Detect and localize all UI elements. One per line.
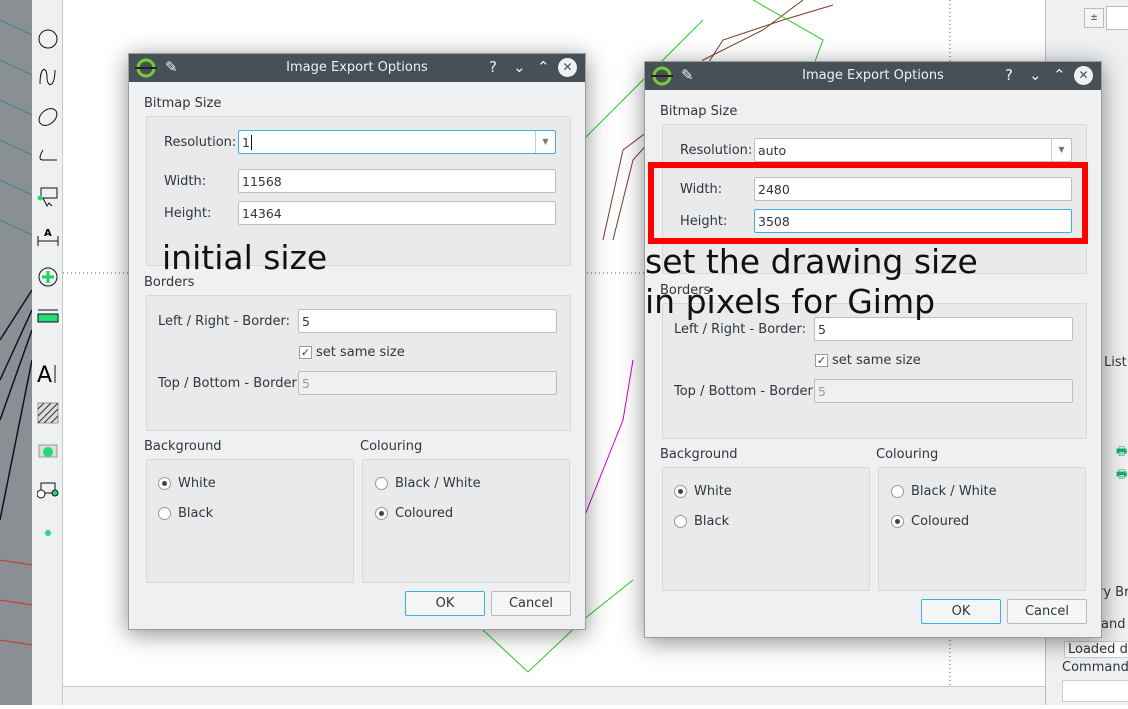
horizontal-scrollbar[interactable]: [63, 686, 1045, 705]
coloured-label: Coloured: [395, 506, 454, 521]
image-export-dialog-1: ✎ Image Export Options ? ⌄ ⌃ ✕ Bitmap Si…: [128, 53, 586, 630]
text-tool-icon[interactable]: A: [37, 362, 59, 384]
dialog-titlebar[interactable]: ✎ Image Export Options ? ⌄ ⌃ ✕: [129, 54, 585, 82]
black-white-radio[interactable]: [375, 477, 388, 490]
width-label: Width:: [164, 174, 207, 189]
image-export-dialog-2: ✎ Image Export Options ? ⌄ ⌃ ✕ Bitmap Si…: [644, 61, 1102, 638]
height-input[interactable]: 14364: [238, 201, 556, 225]
same-size-checkbox[interactable]: ✓: [815, 354, 828, 367]
printer-icon[interactable]: 🖶: [1116, 465, 1127, 486]
svg-text:A: A: [37, 363, 52, 384]
move-rotate-tool-icon[interactable]: [37, 266, 59, 288]
black-label: Black: [694, 514, 730, 529]
dimension-tool-icon[interactable]: A: [37, 226, 59, 248]
ok-button[interactable]: OK: [405, 591, 485, 616]
resolution-label: Resolution:: [680, 143, 753, 158]
drawing-toolbar: A A: [32, 0, 63, 705]
left-right-border-label: Left / Right - Border:: [158, 314, 291, 329]
resolution-value: 1: [242, 135, 250, 150]
left-right-border-label: Left / Right - Border:: [674, 322, 807, 337]
help-button[interactable]: ?: [1005, 66, 1013, 84]
coloured-radio[interactable]: [375, 507, 388, 520]
help-button[interactable]: ?: [489, 58, 497, 76]
select-tool-icon[interactable]: [37, 186, 59, 208]
white-label: White: [178, 476, 216, 491]
spline-tool-icon[interactable]: [37, 66, 59, 88]
command-history-line: Loaded do: [1064, 641, 1128, 658]
annotation-initial-size: initial size: [162, 238, 328, 277]
chevron-down-icon[interactable]: ▼: [1051, 139, 1071, 161]
resolution-value: auto: [758, 143, 787, 158]
same-size-label: set same size: [832, 353, 921, 368]
height-label: Height:: [164, 206, 212, 221]
layer-filter-input[interactable]: [1106, 6, 1128, 30]
bitmap-size-heading: Bitmap Size: [144, 96, 222, 111]
white-radio[interactable]: [158, 477, 171, 490]
resolution-combobox[interactable]: 1 ▼: [238, 130, 556, 154]
circle-tool-icon[interactable]: [37, 28, 59, 50]
command-label: Command:: [1062, 660, 1128, 675]
black-white-label: Black / White: [911, 484, 997, 499]
black-white-radio[interactable]: [891, 485, 904, 498]
colouring-heading: Colouring: [876, 447, 939, 462]
chevron-down-icon[interactable]: ▼: [535, 131, 555, 153]
top-bottom-border-label: Top / Bottom - Border:: [674, 384, 817, 399]
library-browser-tab[interactable]: ry Br: [1098, 585, 1128, 600]
printer-icon[interactable]: 🖶: [1116, 442, 1127, 463]
svg-text:A: A: [44, 228, 52, 239]
black-radio[interactable]: [158, 507, 171, 520]
black-radio[interactable]: [674, 515, 687, 528]
background-drawing: [0, 19, 33, 646]
annotation-set-size: set the drawing size: [645, 242, 978, 281]
polyline-tool-icon[interactable]: [37, 146, 59, 168]
measure-tool-icon[interactable]: [37, 304, 59, 326]
highlight-box: [648, 162, 1088, 244]
coloured-label: Coloured: [911, 514, 970, 529]
background-heading: Background: [660, 447, 738, 462]
command-input[interactable]: [1062, 680, 1128, 702]
minimize-button[interactable]: ⌄: [513, 58, 526, 76]
width-input[interactable]: 11568: [238, 169, 556, 193]
resolution-combobox[interactable]: auto ▼: [754, 138, 1072, 162]
same-size-label: set same size: [316, 345, 405, 360]
dialog-titlebar[interactable]: ✎ Image Export Options ? ⌄ ⌃ ✕: [645, 62, 1101, 90]
cancel-button[interactable]: Cancel: [1007, 599, 1087, 624]
close-button[interactable]: ✕: [1074, 66, 1093, 85]
black-white-label: Black / White: [395, 476, 481, 491]
bitmap-size-heading: Bitmap Size: [660, 104, 738, 119]
coloured-radio[interactable]: [891, 515, 904, 528]
left-right-border-input[interactable]: 5: [298, 309, 557, 333]
layer-toggle-button[interactable]: ±: [1084, 8, 1104, 28]
ok-button[interactable]: OK: [921, 599, 1001, 624]
cancel-button[interactable]: Cancel: [491, 591, 571, 616]
close-button[interactable]: ✕: [558, 58, 577, 77]
background-window: [0, 0, 33, 705]
block-list-tab[interactable]: List: [1104, 355, 1127, 370]
white-label: White: [694, 484, 732, 499]
annotation-pixels-gimp: in pixels for Gimp: [645, 282, 936, 321]
black-label: Black: [178, 506, 214, 521]
maximize-button[interactable]: ⌃: [537, 58, 550, 76]
command-output-label: and: [1101, 617, 1126, 632]
background-heading: Background: [144, 439, 222, 454]
point-tool-icon[interactable]: [37, 522, 59, 544]
image-tool-icon[interactable]: [37, 440, 59, 462]
top-bottom-border-input[interactable]: 5: [814, 379, 1073, 403]
minimize-button[interactable]: ⌄: [1029, 66, 1042, 84]
resolution-label: Resolution:: [164, 135, 237, 150]
ellipse-tool-icon[interactable]: [37, 106, 59, 128]
block-tool-icon[interactable]: [37, 480, 59, 502]
top-bottom-border-input[interactable]: 5: [298, 371, 557, 395]
colouring-heading: Colouring: [360, 439, 423, 454]
hatch-tool-icon[interactable]: [37, 402, 59, 424]
same-size-checkbox[interactable]: ✓: [299, 346, 312, 359]
maximize-button[interactable]: ⌃: [1053, 66, 1066, 84]
white-radio[interactable]: [674, 485, 687, 498]
top-bottom-border-label: Top / Bottom - Border:: [158, 376, 301, 391]
